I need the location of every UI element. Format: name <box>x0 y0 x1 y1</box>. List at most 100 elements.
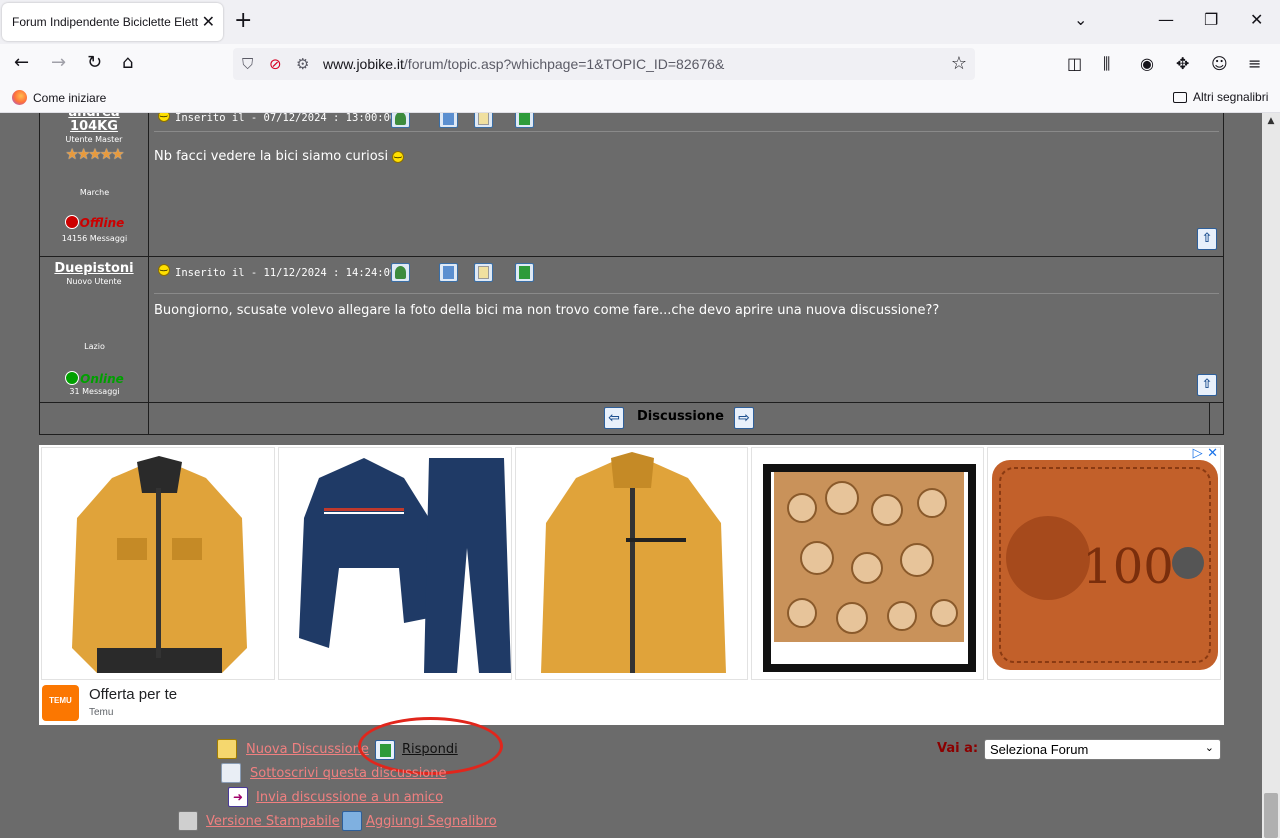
post-content: Inserito il - 07/12/2024 : 13:00:00 Nb f… <box>150 113 1223 256</box>
insecure-lock-icon[interactable]: ⊘ <box>269 55 282 73</box>
forum-post: andrea 104KG Utente Master ★★★★★ Marche … <box>39 113 1224 257</box>
profile-icon[interactable] <box>391 263 410 282</box>
user-region: Marche <box>79 188 110 197</box>
jacket-image <box>541 452 726 673</box>
jacket-image <box>72 456 247 673</box>
bookmark-label: Come iniziare <box>33 90 107 105</box>
bookmark-star-icon[interactable]: ☆ <box>951 53 967 74</box>
send-to-friend-link[interactable]: Invia discussione a un amico <box>256 790 443 805</box>
bookmark-come-iniziare[interactable]: Come iniziare <box>12 90 106 105</box>
wallet-image: 100 <box>992 460 1218 670</box>
bookmark-label: Altri segnalibri <box>1193 90 1269 104</box>
url-text[interactable]: www.jobike.it/forum/topic.asp?whichpage=… <box>323 56 724 72</box>
quote-icon[interactable] <box>439 113 458 128</box>
go-top-button[interactable]: ⇧ <box>1197 374 1217 396</box>
offline-icon <box>64 215 79 229</box>
status-badge: Online <box>40 371 149 386</box>
add-bookmark-link[interactable]: Aggiungi Segnalibro <box>366 814 497 829</box>
bookmark-icon[interactable] <box>342 811 362 831</box>
post-date: Inserito il - 07/12/2024 : 13:00:00 <box>175 113 397 124</box>
forum-select-value: Seleziona Forum <box>990 742 1089 757</box>
pocket-icon[interactable]: ◫ <box>1067 54 1082 73</box>
bookmarks-bar: Come iniziare Altri segnalibri <box>0 84 1280 113</box>
firewood-rack-image <box>763 464 976 672</box>
quote-icon[interactable] <box>439 263 458 282</box>
subscribe-icon[interactable] <box>221 763 241 783</box>
minimize-icon[interactable]: — <box>1158 10 1174 29</box>
print-icon[interactable] <box>178 811 198 831</box>
post-author: andrea 104KG Utente Master ★★★★★ Marche … <box>40 113 149 256</box>
extensions-icon[interactable]: ✥ <box>1176 54 1189 73</box>
temu-logo[interactable]: TEMU <box>42 685 79 721</box>
tab-title: Forum Indipendente Biciclette Elettriche <box>12 15 198 29</box>
ad-product-tracksuit[interactable] <box>278 447 512 680</box>
email-icon[interactable] <box>474 263 493 282</box>
other-bookmarks[interactable]: Altri segnalibri <box>1173 90 1268 104</box>
back-icon[interactable]: ← <box>14 52 29 74</box>
post-text: Buongiorno, scusate volevo allegare la f… <box>154 303 940 318</box>
forum-post: Duepistoni Nuovo Utente Lazio Online 31 … <box>39 256 1224 403</box>
profile-icon[interactable] <box>391 113 410 128</box>
close-window-icon[interactable]: ✕ <box>1250 10 1263 29</box>
ad-title[interactable]: Offerta per te <box>89 686 177 703</box>
smiley-icon <box>158 262 170 276</box>
ad-product-jacket[interactable] <box>41 447 275 680</box>
browser-tab[interactable]: Forum Indipendente Biciclette Elettriche… <box>2 3 223 41</box>
user-rank: Utente Master <box>65 135 123 144</box>
menu-icon[interactable]: ≡ <box>1248 54 1261 73</box>
new-topic-link[interactable]: Nuova Discussione <box>246 742 369 757</box>
ad-product-jacket[interactable] <box>515 447 748 680</box>
nav-left-cell <box>40 403 149 434</box>
message-count: 31 Messaggi <box>69 387 120 396</box>
account-icon[interactable]: ◉ <box>1140 54 1154 73</box>
reply-quote-icon[interactable] <box>515 113 534 128</box>
firefox-icon <box>12 90 27 105</box>
smiley-icon <box>158 113 170 122</box>
address-bar[interactable]: ⛉ ⊘ ⚙ www.jobike.it/forum/topic.asp?whic… <box>233 48 975 80</box>
reply-quote-icon[interactable] <box>515 263 534 282</box>
library-icon[interactable]: ⫼ <box>1103 54 1110 74</box>
topic-navigation: ⇦ Discussione ⇨ <box>39 402 1224 435</box>
shield-icon[interactable]: ⛉ <box>242 55 253 73</box>
home-icon[interactable]: ⌂ <box>122 52 133 74</box>
tracksuit-image <box>299 458 511 673</box>
previous-topic-icon[interactable]: ⇦ <box>604 407 624 429</box>
page-scrollbar[interactable]: ▲ <box>1262 113 1280 838</box>
reload-icon[interactable]: ↻ <box>87 52 102 74</box>
next-topic-icon[interactable]: ⇨ <box>734 407 754 429</box>
topic-nav-label: Discussione <box>637 409 724 424</box>
go-top-button[interactable]: ⇧ <box>1197 228 1217 250</box>
advertisement[interactable]: 100 ▷ ✕ TEMU Offerta per te Temu <box>39 445 1224 725</box>
restore-icon[interactable]: ❐ <box>1204 10 1218 29</box>
smiley-icon <box>392 149 405 163</box>
close-tab-icon[interactable]: ✕ <box>202 13 215 31</box>
send-to-friend-icon[interactable]: ➜ <box>228 787 248 807</box>
post-header: Inserito il - 07/12/2024 : 13:00:00 <box>154 113 1219 132</box>
jump-label: Vai a: <box>937 741 979 756</box>
scroll-thumb[interactable] <box>1264 793 1278 838</box>
adchoices-icon[interactable]: ▷ ✕ <box>1193 446 1218 461</box>
subscribe-link[interactable]: Sottoscrivi questa discussione <box>250 766 447 781</box>
firefox-view-icon[interactable]: ☺ <box>1211 54 1228 73</box>
folder-icon <box>1173 91 1187 103</box>
ad-product-firewood-rack[interactable] <box>751 447 984 680</box>
post-header: Inserito il - 11/12/2024 : 14:24:09 <box>154 261 1219 294</box>
printable-version-link[interactable]: Versione Stampabile <box>206 814 340 829</box>
message-count: 14156 Messaggi <box>61 234 128 243</box>
scroll-up-icon[interactable]: ▲ <box>1262 113 1280 129</box>
new-topic-icon[interactable] <box>217 739 237 759</box>
permissions-icon[interactable]: ⚙ <box>296 55 309 73</box>
forum-select[interactable]: Seleziona Forum ⌄ <box>984 739 1221 760</box>
new-tab-button[interactable]: + <box>234 10 252 32</box>
post-text: Nb facci vedere la bici siamo curiosi <box>154 148 405 164</box>
ad-brand: Temu <box>89 707 114 718</box>
email-icon[interactable] <box>474 113 493 128</box>
tab-bar: Forum Indipendente Biciclette Elettriche… <box>0 0 1280 44</box>
page-content: andrea 104KG Utente Master ★★★★★ Marche … <box>0 113 1262 838</box>
ad-product-wallet[interactable]: 100 <box>987 447 1221 680</box>
list-tabs-icon[interactable]: ⌄ <box>1074 10 1087 29</box>
forward-icon[interactable]: → <box>51 52 66 74</box>
username-link[interactable]: 104KG <box>40 120 148 134</box>
post-content: Inserito il - 11/12/2024 : 14:24:09 Buon… <box>150 257 1223 402</box>
username-link[interactable]: Duepistoni <box>40 262 148 276</box>
